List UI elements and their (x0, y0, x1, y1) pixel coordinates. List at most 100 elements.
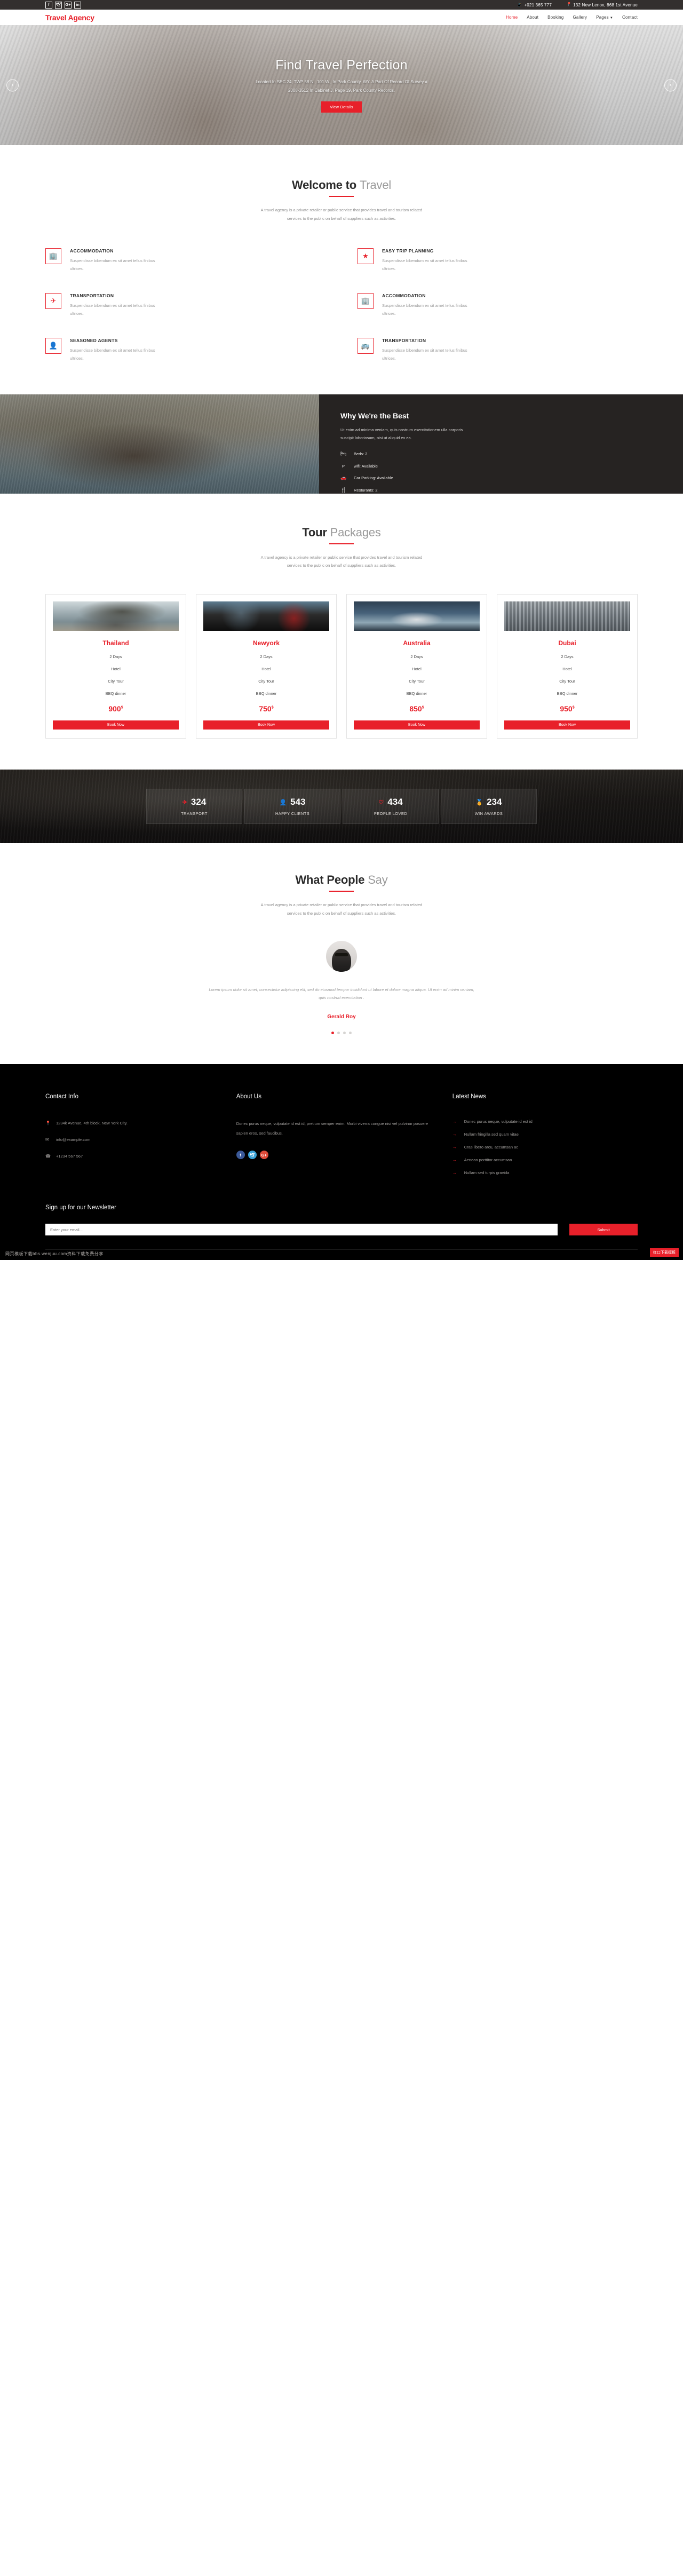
package-name: Newyork (252, 639, 280, 647)
welcome-title-bold: Welcome to (291, 178, 357, 192)
package-card[interactable]: Dubai 2 Days Hotel City Tour BBQ dinner … (497, 594, 638, 739)
package-days: 2 Days (561, 654, 574, 659)
footer-contact-address: 📍 1234k Avenue, 4th block, New York City… (45, 1119, 214, 1128)
feature-title: TRANSPORTATION (382, 337, 426, 343)
top-bar-social-links: f 🕊 G+ in (45, 1, 81, 9)
pagination-dot-1[interactable] (331, 1032, 334, 1034)
testimonials-title-bold: What People (295, 873, 365, 886)
package-card[interactable]: Newyork 2 Days Hotel City Tour BBQ dinne… (196, 594, 337, 739)
statistics-section: ✈ 324 TRANSPORT 👤 543 HAPPY CLIENTS ♡ 43… (0, 770, 683, 843)
nav-item-pages[interactable]: Pages ▼ (596, 15, 613, 20)
mail-icon: ✉ (45, 1137, 49, 1142)
newsletter-email-input[interactable] (45, 1224, 558, 1235)
counter-value: 324 (190, 797, 207, 807)
counter-value: 543 (290, 797, 306, 807)
twitter-icon[interactable]: 🕊 (248, 1151, 257, 1160)
why-best-amenities-list: 🛏 Beds: 2 ᴘ wifi: Available 🚗 Car Parkin… (340, 451, 660, 493)
footer-social-links: f 🕊 G+ (236, 1151, 430, 1160)
linkedin-icon[interactable]: in (74, 1, 81, 9)
newsletter-title: Sign up for our Newsletter (45, 1204, 116, 1211)
view-details-button[interactable]: View Details (321, 101, 362, 113)
footer-about-column: About Us Donec purus neque, vulputate id… (236, 1093, 430, 1183)
counter-value-row: ✈ 324 (147, 797, 242, 807)
nav-menu: Home About Booking Gallery Pages ▼ Contac… (506, 15, 638, 20)
why-best-image (0, 394, 319, 494)
nav-item-gallery[interactable]: Gallery (573, 15, 587, 20)
book-now-button[interactable]: Book Now (504, 720, 630, 730)
pagination-dot-2[interactable] (337, 1032, 340, 1034)
slider-prev-arrow-icon[interactable]: ‹ (6, 79, 19, 91)
footer-email-text[interactable]: info@example.com (56, 1136, 90, 1144)
location-pin-icon: 📍 (45, 1121, 51, 1125)
pagination-dot-3[interactable] (343, 1032, 346, 1034)
amenity-item: 🛏 Beds: 2 (340, 451, 660, 457)
feature-title: ACCOMMODATION (382, 292, 426, 298)
nav-pages-label: Pages (596, 15, 609, 20)
site-logo[interactable]: Travel Agency (45, 13, 94, 22)
download-badge[interactable]: 红口下载模板 (650, 1248, 679, 1257)
facebook-icon[interactable]: f (236, 1151, 245, 1160)
news-item-text: Donec purus neque, vulputate id est id (464, 1119, 533, 1124)
package-card[interactable]: Thailand 2 Days Hotel City Tour BBQ dinn… (45, 594, 186, 739)
book-now-button[interactable]: Book Now (203, 720, 329, 730)
testimonials-subtitle: A travel agency is a private retailer or… (227, 901, 456, 918)
bus-icon: 🚌 (358, 337, 374, 354)
news-list-item[interactable]: → Cras libero arcu, accumsan ac (452, 1145, 638, 1150)
welcome-sub-line1: A travel agency is a private retailer or… (260, 208, 423, 212)
nav-item-contact[interactable]: Contact (622, 15, 638, 20)
award-icon: 🏅 (475, 799, 483, 806)
slider-next-arrow-icon[interactable]: › (664, 79, 677, 91)
hero-description-line2: 2008-3512 In Cabinet J, Page 19, Park Co… (288, 88, 395, 93)
price-value: 950 (560, 704, 573, 713)
testimonials-title-light: Say (368, 873, 388, 886)
transport-icon: ✈ (182, 799, 187, 806)
heart-icon: ♡ (378, 799, 384, 806)
packages-sub-line2: services to the public on behalf of supp… (287, 563, 396, 568)
feature-desc: Suspendisse bibendum ex sit amet tellus … (382, 258, 467, 271)
news-list-item[interactable]: → Donec purus neque, vulputate id est id (452, 1119, 638, 1124)
arrow-right-icon: → (452, 1170, 457, 1175)
google-plus-icon[interactable]: G+ (65, 1, 72, 9)
news-list-item[interactable]: → Aenean porttitor accumsan (452, 1158, 638, 1162)
address-text: 132 New Lenox, 868 1st Avenue (573, 2, 638, 7)
news-list-item[interactable]: → Nullam fringilla sed quam vitae (452, 1132, 638, 1137)
footer-news-list: → Donec purus neque, vulputate id est id… (452, 1119, 638, 1175)
google-plus-icon[interactable]: G+ (259, 1151, 268, 1160)
hero-slider: ‹ › Find Travel Perfection Located In SE… (0, 25, 683, 145)
testimonials-section: What People Say A travel agency is a pri… (0, 843, 683, 1034)
wifi-icon: ᴘ (342, 463, 345, 469)
twitter-icon[interactable]: 🕊 (55, 1, 62, 9)
footer-phone-text[interactable]: +1234 567 567 (56, 1152, 83, 1161)
feature-desc: Suspendisse bibendum ex sit amet tellus … (70, 347, 155, 361)
price-value: 900 (108, 704, 121, 713)
package-name: Dubai (558, 639, 576, 647)
counter-value-row: 🏅 234 (441, 797, 536, 807)
counter-win-awards: 🏅 234 WIN AWARDS (441, 789, 537, 824)
book-now-button[interactable]: Book Now (53, 720, 179, 730)
arrow-right-icon: → (452, 1145, 457, 1150)
feature-desc: Suspendisse bibendum ex sit amet tellus … (70, 303, 155, 316)
nav-item-home[interactable]: Home (506, 15, 518, 20)
counter-happy-clients: 👤 543 HAPPY CLIENTS (244, 789, 340, 824)
feature-desc: Suspendisse bibendum ex sit amet tellus … (382, 303, 467, 316)
packages-title: Tour Packages (45, 526, 638, 544)
packages-title-bold: Tour (302, 525, 327, 539)
facebook-icon[interactable]: f (45, 1, 52, 9)
feature-item: ✈ TRANSPORTATION Suspendisse bibendum ex… (45, 292, 325, 318)
book-now-button[interactable]: Book Now (354, 720, 480, 730)
pagination-dot-4[interactable] (349, 1032, 352, 1034)
hero-title: Find Travel Perfection (275, 58, 408, 73)
package-tour: City Tour (258, 679, 274, 684)
amenity-item: 🚗 Car Parking: Available (340, 475, 660, 481)
location-pin-icon: 📍 (565, 2, 571, 7)
welcome-section: Welcome to Travel A travel agency is a p… (0, 145, 683, 362)
testimonial-author: Gerald Roy (327, 1014, 356, 1020)
nav-item-booking[interactable]: Booking (547, 15, 563, 20)
news-list-item[interactable]: → Nullam sed turpis gravida (452, 1170, 638, 1175)
feature-title: ACCOMMODATION (70, 248, 114, 253)
features-grid: 🏢 ACCOMMODATION Suspendisse bibendum ex … (45, 248, 638, 362)
nav-item-about[interactable]: About (527, 15, 538, 20)
feature-desc: Suspendisse bibendum ex sit amet tellus … (70, 258, 155, 271)
newsletter-submit-button[interactable]: Submit (569, 1224, 638, 1235)
package-card[interactable]: Australia 2 Days Hotel City Tour BBQ din… (346, 594, 487, 739)
